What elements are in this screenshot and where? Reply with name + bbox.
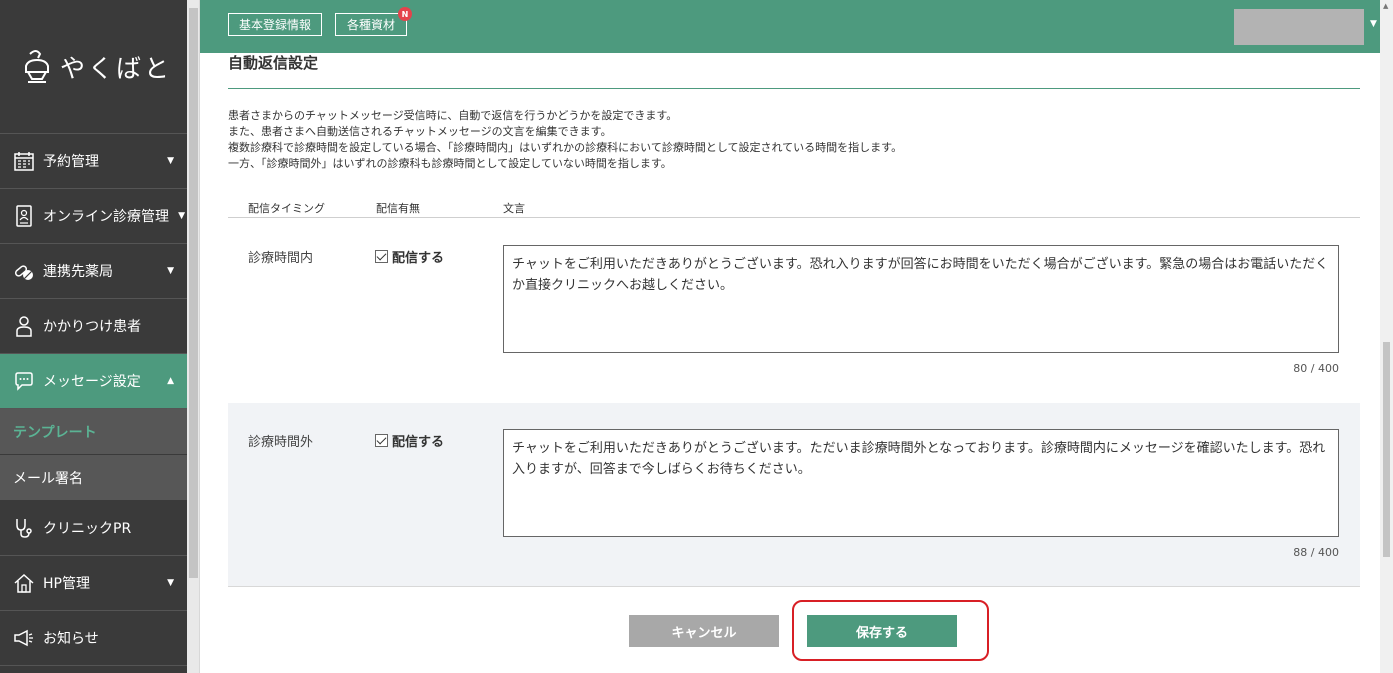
sidebar-item-online-consultation[interactable]: オンライン診療管理 ▼ — [0, 189, 187, 244]
char-counter: 80 / 400 — [1293, 362, 1339, 375]
sidebar-item-label: クリニックPR — [43, 521, 132, 537]
send-checkbox[interactable]: 配信する — [375, 431, 444, 450]
checkbox-checked-icon[interactable] — [375, 434, 388, 447]
save-button-highlight — [792, 600, 989, 661]
chevron-down-icon: ▼ — [178, 211, 185, 221]
checkbox-label: 配信する — [392, 435, 445, 450]
chevron-down-icon: ▼ — [167, 156, 174, 166]
sidebar-item-announcements[interactable]: お知らせ — [0, 611, 187, 666]
pills-icon — [13, 260, 35, 282]
sidebar-scrollbar[interactable] — [187, 0, 200, 673]
chevron-down-icon: ▼ — [167, 266, 174, 276]
description-line: 複数診療科で診療時間を設定している場合、「診療時間内」はいずれかの診療科において… — [228, 141, 903, 154]
sidebar-item-message-settings[interactable]: メッセージ設定 ▲ — [0, 354, 187, 409]
new-badge: N — [398, 7, 412, 21]
home-icon — [13, 572, 35, 594]
chevron-down-icon: ▼ — [167, 578, 174, 588]
logo[interactable]: やくばと — [0, 0, 187, 134]
sidebar-item-reservations[interactable]: 予約管理 ▼ — [0, 134, 187, 189]
char-counter: 88 / 400 — [1293, 546, 1339, 559]
sidebar: やくばと 予約管理 ▼ オンライン診療管理 ▼ 連携先薬局 ▼ かかりつけ患者 … — [0, 0, 187, 673]
person-icon — [13, 315, 35, 337]
sidebar-item-label: オンライン診療管理 — [43, 209, 169, 225]
sidebar-item-clinic-pr[interactable]: クリニックPR — [0, 501, 187, 556]
page-scrollbar[interactable]: ▲ — [1380, 0, 1393, 673]
sidebar-item-label: お知らせ — [43, 631, 99, 647]
page-scrollbar-thumb[interactable] — [1383, 342, 1390, 557]
sidebar-item-partner-pharmacy[interactable]: 連携先薬局 ▼ — [0, 244, 187, 299]
top-header: 基本登録情報 各種資材 N ▼ — [200, 0, 1380, 53]
sidebar-item-label: メッセージ設定 — [43, 374, 141, 390]
sidebar-subitem-template[interactable]: テンプレート — [0, 409, 187, 455]
tablet-icon — [13, 205, 35, 227]
chevron-up-icon: ▲ — [167, 376, 174, 386]
column-header-timing: 配信タイミング — [248, 202, 325, 215]
logo-mortar-icon — [25, 49, 49, 83]
sidebar-item-label: HP管理 — [43, 576, 90, 592]
table-row: 診療時間外 配信する チャットをご利用いただきありがとうございます。ただいま診療… — [228, 403, 1360, 587]
basic-info-button[interactable]: 基本登録情報 — [228, 13, 322, 36]
sidebar-item-hp-management[interactable]: HP管理 ▼ — [0, 556, 187, 611]
sidebar-item-family-patients[interactable]: かかりつけ患者 — [0, 299, 187, 354]
chevron-down-icon[interactable]: ▼ — [1370, 19, 1377, 29]
stethoscope-icon — [13, 517, 35, 539]
sidebar-item-label: かかりつけ患者 — [43, 319, 142, 335]
sidebar-scrollbar-thumb[interactable] — [189, 8, 198, 578]
calendar-icon — [13, 150, 35, 172]
sidebar-subitem-email-signature[interactable]: メール署名 — [0, 455, 187, 501]
table-header: 配信タイミング 配信有無 文言 — [228, 198, 1360, 218]
timing-label: 診療時間内 — [248, 251, 314, 266]
chat-icon — [13, 370, 35, 392]
description-line: 一方、「診療時間外」はいずれの診療科も診療時間として設定していない時間を指します… — [228, 157, 672, 170]
send-checkbox[interactable]: 配信する — [375, 247, 444, 266]
logo-text: やくばと — [60, 53, 173, 83]
cancel-button[interactable]: キャンセル — [629, 615, 779, 647]
checkbox-label: 配信する — [392, 251, 445, 266]
materials-button[interactable]: 各種資材 — [335, 13, 407, 36]
description: 患者さまからのチャットメッセージ受信時に、自動で返信を行うかどうかを設定できます… — [228, 108, 902, 172]
message-textarea[interactable]: チャットをご利用いただきありがとうございます。恐れ入りますが回答にお時間をいただ… — [503, 245, 1339, 353]
description-line: また、患者さまへ自動送信されるチャットメッセージの文言を編集できます。 — [228, 125, 612, 138]
scroll-up-icon[interactable]: ▲ — [1383, 2, 1388, 10]
message-textarea[interactable]: チャットをご利用いただきありがとうございます。ただいま診療時間外となっております… — [503, 429, 1339, 537]
megaphone-icon — [13, 627, 35, 649]
title-divider — [228, 88, 1360, 89]
timing-label: 診療時間外 — [248, 435, 314, 450]
column-header-enabled: 配信有無 — [376, 202, 420, 215]
checkbox-checked-icon[interactable] — [375, 250, 388, 263]
table-row: 診療時間内 配信する チャットをご利用いただきありがとうございます。恐れ入ります… — [228, 219, 1360, 403]
sidebar-item-label: 連携先薬局 — [43, 264, 113, 280]
column-header-text: 文言 — [503, 202, 525, 215]
user-account-box[interactable] — [1234, 9, 1364, 45]
description-line: 患者さまからのチャットメッセージ受信時に、自動で返信を行うかどうかを設定できます… — [228, 109, 678, 122]
page-title: 自動返信設定 — [228, 54, 319, 72]
sidebar-item-label: 予約管理 — [43, 154, 99, 170]
